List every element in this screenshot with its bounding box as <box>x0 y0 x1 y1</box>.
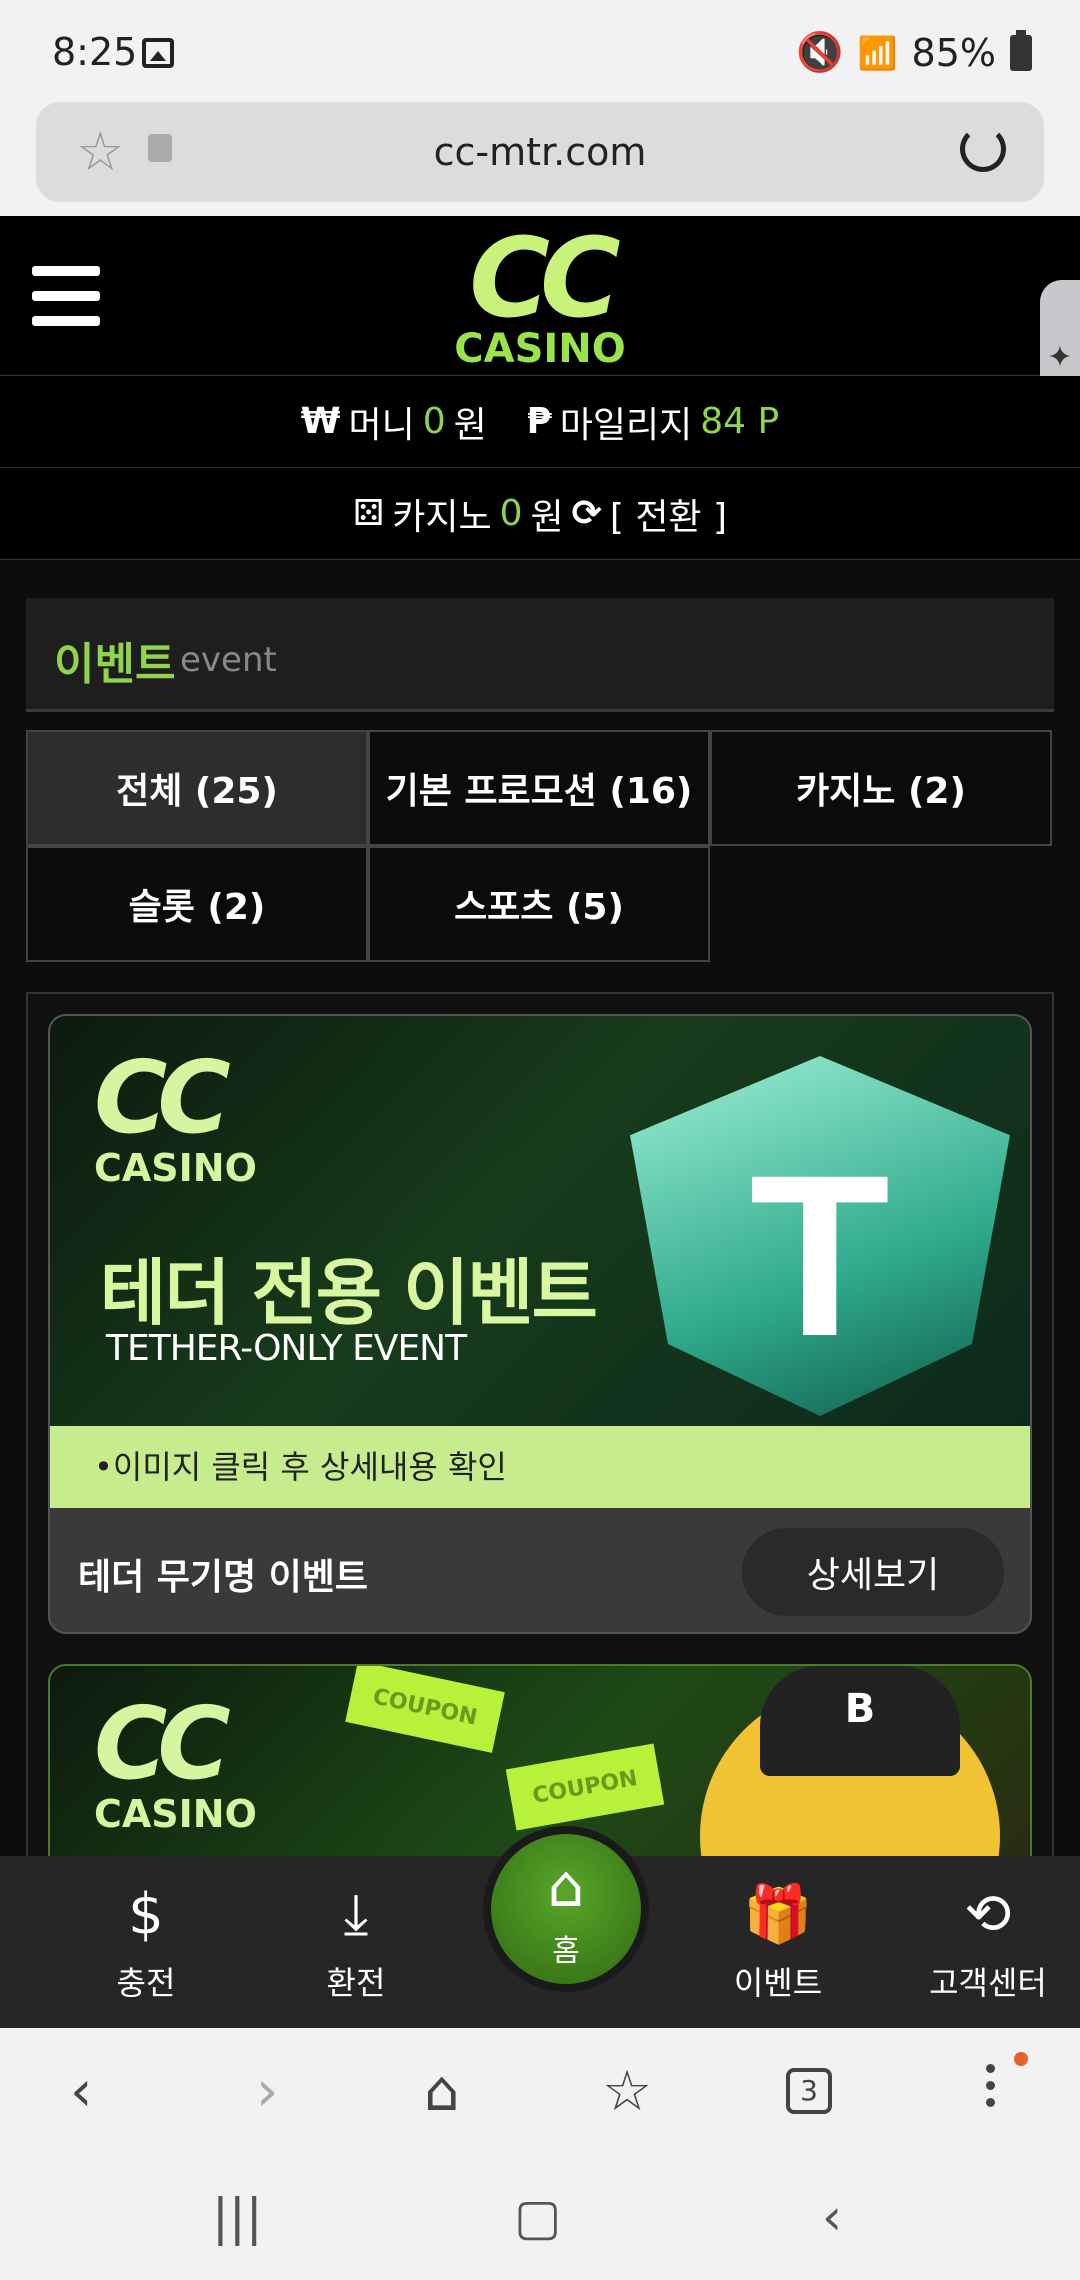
nav-deposit[interactable]: $ 충전 <box>56 1880 236 2004</box>
balance-row-money: ₩ 머니 0 원 ₱ 마일리지 84 P <box>0 376 1080 468</box>
logo-casino: CASINO <box>454 326 626 372</box>
banner-subtitle: TETHER-ONLY EVENT <box>106 1328 467 1369</box>
image-icon <box>142 38 174 68</box>
event-card-footer: 테더 무기명 이벤트 상세보기 <box>50 1508 1030 1632</box>
mileage-value: 84 P <box>700 401 780 442</box>
tab-slot[interactable]: 슬롯 (2) <box>26 846 368 962</box>
tabs-button[interactable]: 3 <box>786 2068 832 2114</box>
detail-button[interactable]: 상세보기 <box>742 1528 1004 1616</box>
casino-label: 카지노 <box>392 496 492 538</box>
money-unit: 원 <box>453 404 487 446</box>
status-icons: 🔇 📶 85% <box>796 29 1032 75</box>
point-icon: ₱ <box>526 401 552 442</box>
system-home-icon[interactable]: ▢ <box>514 2188 561 2246</box>
mute-icon: 🔇 <box>796 30 844 74</box>
banner-logo-casino: CASINO <box>94 1146 257 1190</box>
system-nav-bar: ||| ▢ ‹ <box>0 2158 1080 2280</box>
browser-home-icon[interactable]: ⌂ <box>424 2060 460 2124</box>
nav-event-label: 이벤트 <box>733 1964 823 2002</box>
coupon-ticket: COUPON <box>345 1666 505 1753</box>
logo-cc: CC <box>469 214 620 342</box>
nav-support-label: 고객센터 <box>929 1964 1047 2002</box>
deposit-icon: $ <box>128 1882 164 1947</box>
forward-icon[interactable]: › <box>256 2060 278 2124</box>
banner-logo-cc: CC <box>94 1685 231 1802</box>
tab-casino[interactable]: 카지노 (2) <box>710 730 1052 846</box>
withdraw-icon: ⤓ <box>343 1882 369 1947</box>
url-text[interactable]: cc-mtr.com <box>36 130 1044 174</box>
battery-percent: 85% <box>911 30 996 75</box>
status-bar: 8:25 🔇 📶 85% <box>0 0 1080 100</box>
event-list: CC CASINO T 테더 전용 이벤트 TETHER-ONLY EVENT … <box>26 992 1054 1862</box>
event-section-header: 이벤트 event <box>26 598 1054 712</box>
browser-bottom-bar: ‹ › ⌂ ☆ 3 <box>0 2028 1080 2158</box>
reload-icon[interactable] <box>960 126 1006 172</box>
gift-icon: 🎁 <box>743 1882 813 1947</box>
site-bottom-nav: $ 충전 ⤓ 환전 ⌂ 홈 🎁 이벤트 ⟲ 고객센터 <box>0 1826 1080 2028</box>
mileage-label: 마일리지 <box>559 404 693 446</box>
tab-all[interactable]: 전체 (25) <box>26 730 368 846</box>
battery-icon <box>1010 29 1032 71</box>
nav-withdraw[interactable]: ⤓ 환전 <box>266 1880 446 2004</box>
tab-basic-promotion[interactable]: 기본 프로모션 (16) <box>368 730 710 846</box>
event-name: 테더 무기명 이벤트 <box>78 1557 369 1598</box>
refresh-icon[interactable]: ⟳ <box>572 493 602 534</box>
browser-toolbar: ☆ cc-mtr.com <box>0 100 1080 216</box>
coupon-ticket: COUPON <box>505 1743 665 1831</box>
banner-logo: CC CASINO <box>94 1039 257 1191</box>
nav-deposit-label: 충전 <box>116 1964 176 2002</box>
nav-withdraw-label: 환전 <box>326 1964 386 2002</box>
nav-home[interactable]: ⌂ 홈 <box>483 1826 649 1992</box>
event-card[interactable]: CC CASINO T 테더 전용 이벤트 TETHER-ONLY EVENT … <box>48 1014 1032 1634</box>
menu-icon[interactable] <box>32 266 100 326</box>
notification-dot <box>1014 2052 1028 2066</box>
status-time: 8:25 <box>52 30 138 74</box>
banner-logo: CC CASINO <box>94 1685 257 1837</box>
banner-logo-cc: CC <box>94 1039 231 1156</box>
system-back-icon[interactable]: ‹ <box>822 2188 842 2246</box>
nav-support[interactable]: ⟲ 고객센터 <box>898 1880 1078 2004</box>
casino-value: 0 <box>499 493 523 534</box>
nav-event[interactable]: 🎁 이벤트 <box>688 1880 868 2004</box>
banner-logo-casino: CASINO <box>94 1792 257 1836</box>
nav-home-label: 홈 <box>552 1934 580 1969</box>
support-24-icon: ⟲ <box>964 1882 1012 1947</box>
mascot-cap: B <box>760 1666 960 1776</box>
casino-unit: 원 <box>530 496 564 538</box>
banner-title: 테더 전용 이벤트 <box>100 1251 598 1335</box>
bookmarks-icon[interactable]: ☆ <box>602 2060 652 2124</box>
address-bar[interactable]: ☆ cc-mtr.com <box>36 102 1044 202</box>
won-icon: ₩ <box>300 401 341 442</box>
money-value: 0 <box>422 401 446 442</box>
site-header: CC CASINO <box>0 216 1080 376</box>
balance-row-casino: ⚄ 카지노 0 원 ⟳ [ 전환 ] <box>0 468 1080 560</box>
home-icon: ⌂ <box>547 1852 585 1920</box>
dice-icon: ⚄ <box>352 493 385 534</box>
tab-sports[interactable]: 스포츠 (5) <box>368 846 710 962</box>
event-banner-image[interactable]: CC CASINO T 테더 전용 이벤트 TETHER-ONLY EVENT <box>50 1016 1030 1426</box>
accessibility-icon: ✦ <box>1047 340 1073 375</box>
banner-note: •이미지 클릭 후 상세내용 확인 <box>50 1426 1030 1508</box>
tether-logo: T <box>749 1127 891 1384</box>
money-label: 머니 <box>348 404 415 446</box>
event-title-en: event <box>180 640 277 680</box>
event-title-ko: 이벤트 <box>54 639 176 690</box>
site-logo[interactable]: CC CASINO <box>450 214 630 372</box>
switch-button[interactable]: [ 전환 ] <box>610 488 727 540</box>
wifi-icon: 📶 <box>857 33 898 72</box>
more-menu-icon[interactable] <box>986 2064 996 2115</box>
recent-apps-icon[interactable]: ||| <box>212 2188 263 2246</box>
back-icon[interactable]: ‹ <box>70 2060 92 2124</box>
